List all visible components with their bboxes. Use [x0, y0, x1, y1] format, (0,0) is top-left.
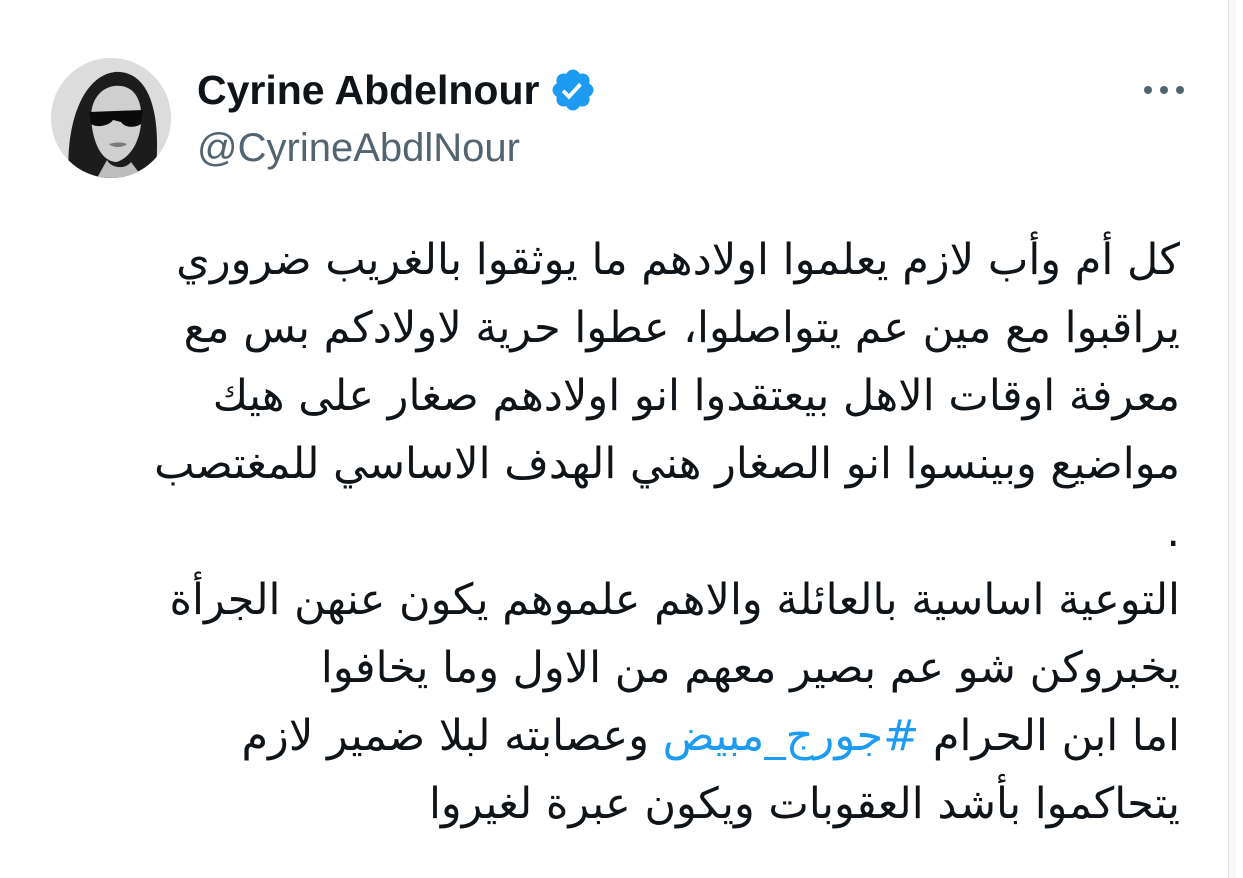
author-name-row: Cyrine Abdelnour	[197, 66, 597, 114]
tweet-line: يتحاكموا بأشد العقوبات ويكون عبرة لغيروا	[428, 779, 1180, 829]
hashtag-link[interactable]: #جورج_مبيض	[663, 711, 920, 761]
more-options-button[interactable]	[1132, 72, 1196, 108]
profile-photo	[51, 58, 171, 178]
tweet-line: .	[1166, 507, 1180, 557]
display-name[interactable]: Cyrine Abdelnour	[197, 67, 539, 114]
tweet-line: كل أم وأب لازم يعلموا اولادهم ما يوثقوا …	[176, 235, 1180, 285]
tweet-line-hashtag: اما ابن الحرام #جورج_مبيض وعصابته لبلا ض…	[30, 702, 1180, 770]
avatar[interactable]	[51, 58, 171, 178]
tweet-card: Cyrine Abdelnour @CyrineAbdlNour كل أم و…	[0, 0, 1236, 878]
tweet-text-segment: اما ابن الحرام	[919, 711, 1180, 761]
scrollbar-track[interactable]	[1228, 0, 1236, 878]
tweet-line: مواضيع وبينسوا انو الصغار هني الهدف الاس…	[154, 439, 1180, 489]
tweet-line: معرفة اوقات الاهل بيعتقدوا انو اولادهم ص…	[212, 371, 1180, 421]
tweet-line: التوعية اساسية بالعائلة والاهم علموهم يك…	[169, 575, 1181, 625]
more-horizontal-icon	[1144, 86, 1184, 94]
author-handle[interactable]: @CyrineAbdlNour	[197, 126, 520, 171]
tweet-line: يراقبوا مع مين عم يتواصلوا، عطوا حرية لا…	[183, 303, 1180, 353]
verified-badge-icon[interactable]	[549, 66, 597, 114]
tweet-text: كل أم وأب لازم يعلموا اولادهم ما يوثقوا …	[30, 226, 1180, 838]
tweet-line: يخبروكن شو عم بصير معهم من الاول وما يخا…	[320, 643, 1180, 693]
tweet-text-segment: وعصابته لبلا ضمير لازم	[241, 711, 663, 761]
